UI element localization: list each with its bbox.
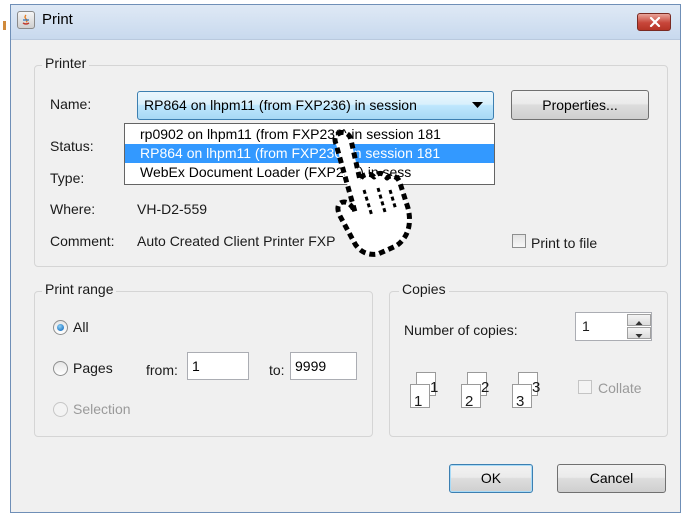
from-field[interactable]: 1: [187, 352, 249, 380]
to-field[interactable]: 9999: [290, 352, 357, 380]
cancel-button[interactable]: Cancel: [557, 464, 666, 493]
window-title: Print: [42, 11, 73, 28]
page-number: 3: [532, 379, 541, 396]
copies-stepper[interactable]: 1: [575, 312, 652, 341]
page-number: 2: [465, 393, 474, 410]
close-button[interactable]: [637, 13, 671, 31]
copies-value: 1: [582, 318, 590, 334]
print-to-file-checkbox[interactable]: [512, 234, 526, 248]
all-radio[interactable]: [53, 320, 68, 335]
printer-dropdown-list[interactable]: rp0902 on lhpm11 (from FXP236) in sessio…: [124, 123, 495, 185]
pages-label: Pages: [73, 360, 113, 376]
java-icon: [17, 11, 35, 29]
name-label: Name:: [50, 96, 92, 112]
title-bar[interactable]: [11, 5, 680, 40]
collate-checkbox[interactable]: [578, 380, 592, 394]
to-label: to:: [269, 362, 285, 378]
selection-label: Selection: [73, 401, 131, 417]
dropdown-item-webex[interactable]: WebEx Document Loader (FXP236) in sess: [125, 163, 494, 182]
from-label: from:: [146, 362, 178, 378]
where-label: Where:: [50, 201, 96, 217]
background-app-mark: [3, 21, 6, 30]
printer-group-label: Printer: [42, 55, 90, 71]
dropdown-item-rp0902[interactable]: rp0902 on lhpm11 (from FXP236) in sessio…: [125, 125, 494, 144]
increment-button[interactable]: [627, 314, 651, 326]
selected-printer-text: RP864 on lhpm11 (from FXP236) in session: [144, 97, 417, 113]
selection-radio[interactable]: [53, 402, 68, 417]
print-to-file-label: Print to file: [531, 235, 598, 251]
type-label: Type:: [50, 170, 85, 186]
hand-cursor-icon: [332, 129, 412, 257]
collate-label: Collate: [598, 380, 642, 396]
decrement-button[interactable]: [627, 327, 651, 339]
all-label: All: [73, 319, 89, 335]
page-number: 1: [414, 393, 423, 410]
page-number: 1: [430, 379, 439, 396]
collate-pages-icon: 1 1 2 2 3 3: [406, 372, 556, 416]
chevron-down-icon: [472, 102, 483, 108]
where-value: VH-D2-559: [137, 201, 208, 217]
status-label: Status:: [50, 138, 94, 154]
printer-name-combobox[interactable]: RP864 on lhpm11 (from FXP236) in session: [137, 91, 494, 120]
arrow-down-icon: [635, 334, 643, 338]
comment-label: Comment:: [50, 233, 115, 249]
copies-group-label: Copies: [399, 281, 449, 297]
pages-radio[interactable]: [53, 361, 68, 376]
page-number: 3: [516, 393, 525, 410]
number-of-copies-label: Number of copies:: [404, 322, 518, 338]
dropdown-item-rp864[interactable]: RP864 on lhpm11 (from FXP236) in session…: [125, 144, 494, 163]
print-range-group-label: Print range: [42, 281, 117, 297]
page-number: 2: [481, 379, 490, 396]
ok-button[interactable]: OK: [449, 464, 533, 493]
properties-button[interactable]: Properties...: [511, 90, 649, 120]
close-icon: [649, 17, 661, 27]
comment-value: Auto Created Client Printer FXP: [137, 233, 336, 249]
